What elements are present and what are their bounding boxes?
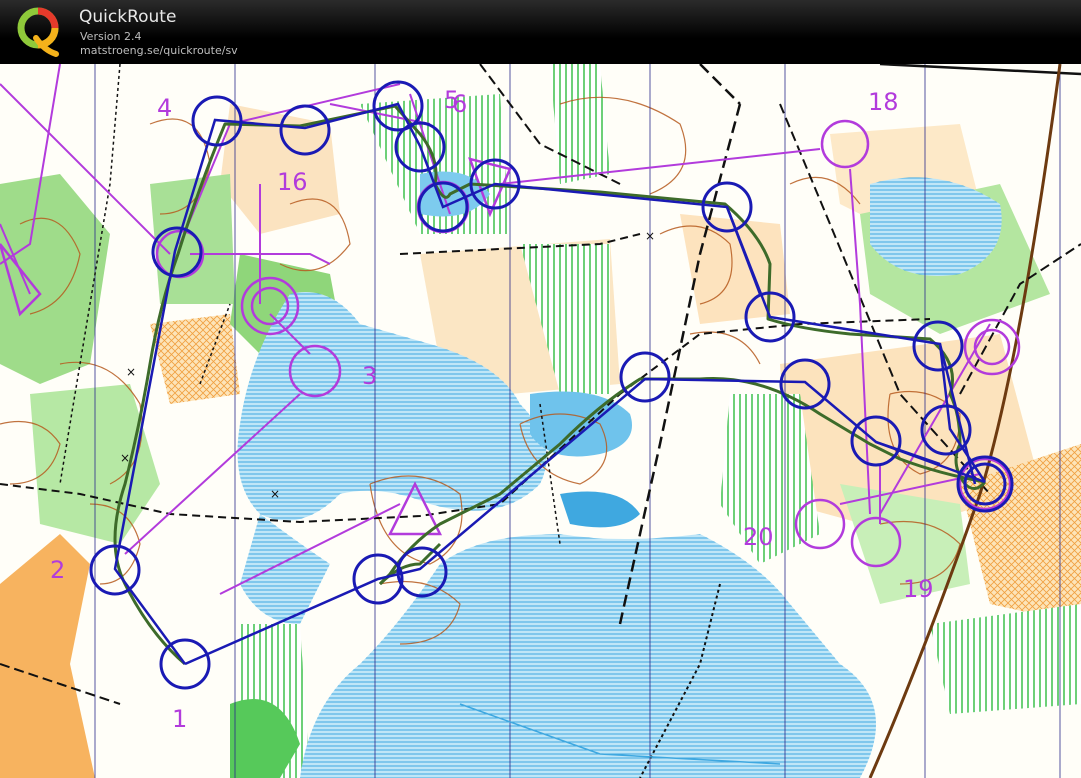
control-number-6: 6: [452, 90, 467, 118]
orienteering-map[interactable]: × × × × 1 2 3 4 5 6 16 18 19 20: [0, 64, 1081, 778]
title-bar: QuickRoute Version 2.4 matstroeng.se/qui…: [0, 0, 1081, 64]
svg-text:×: ×: [126, 365, 136, 379]
control-number-2: 2: [50, 556, 65, 584]
svg-text:×: ×: [645, 229, 655, 243]
quickroute-logo-icon: [17, 7, 59, 57]
control-number-18: 18: [868, 88, 899, 116]
control-number-1: 1: [172, 705, 187, 733]
control-number-4: 4: [157, 94, 172, 122]
control-number-3: 3: [362, 362, 377, 390]
svg-text:×: ×: [270, 487, 280, 501]
app-version: Version 2.4: [80, 30, 142, 43]
control-number-19: 19: [903, 575, 934, 603]
quickroute-window: QuickRoute Version 2.4 matstroeng.se/qui…: [0, 0, 1081, 778]
control-number-16: 16: [277, 168, 308, 196]
control-number-20: 20: [743, 523, 774, 551]
svg-text:×: ×: [120, 451, 130, 465]
app-title: QuickRoute: [79, 7, 177, 27]
app-url: matstroeng.se/quickroute/sv: [80, 44, 238, 57]
